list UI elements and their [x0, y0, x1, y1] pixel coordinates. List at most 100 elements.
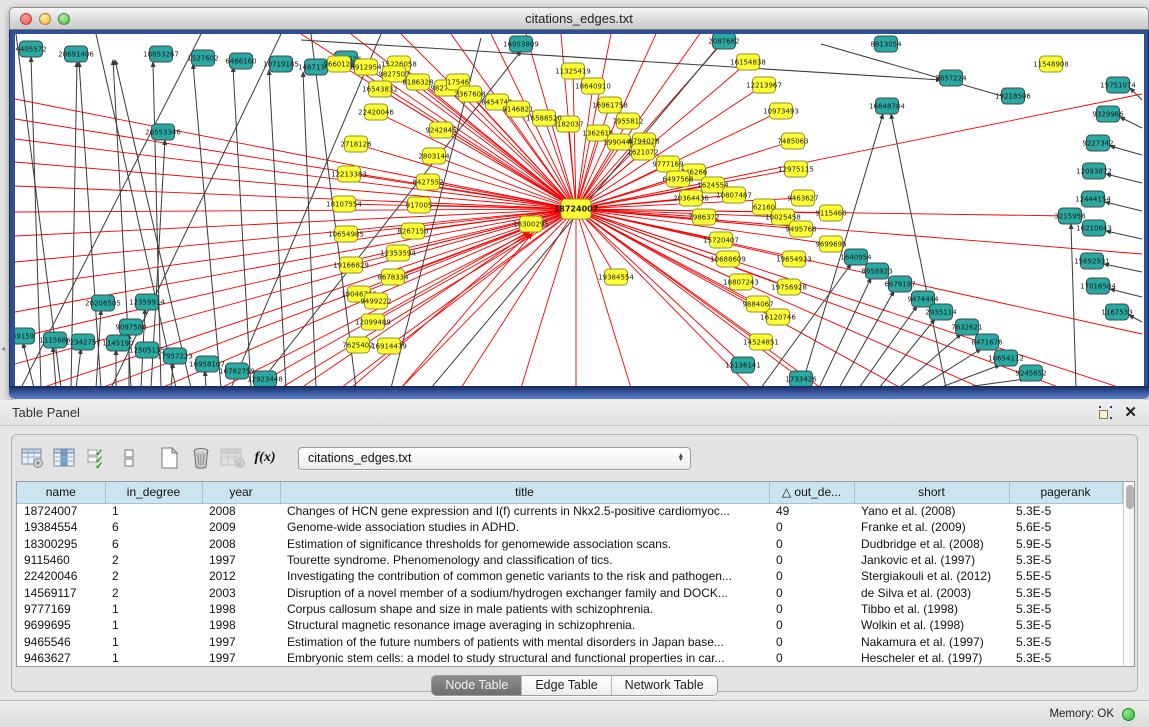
column-header[interactable]: short [854, 482, 1009, 503]
graph-node[interactable]: 12444154 [1075, 191, 1111, 207]
table-row[interactable]: 1938455462009Genome-wide association stu… [17, 519, 1122, 535]
memory-status-icon[interactable] [1122, 708, 1135, 721]
table-scrollbar[interactable] [1123, 482, 1135, 666]
graph-node[interactable]: 9245652 [1015, 365, 1046, 381]
tab-edge-table[interactable]: Edge Table [521, 676, 610, 695]
graph-node[interactable]: 7986372 [688, 209, 719, 225]
graph-node[interactable]: 20553346 [145, 124, 181, 140]
graph-node[interactable]: 2935114 [925, 304, 957, 320]
panel-resize-notch[interactable]: ◂ [1, 344, 5, 353]
column-header[interactable]: △ out_de... [769, 482, 854, 503]
graph-node[interactable]: 10719185 [263, 56, 299, 72]
graph-node[interactable]: 9329966 [1092, 106, 1124, 122]
graph-node[interactable]: 1640954 [840, 249, 872, 265]
graph-node[interactable]: 1167533 [1101, 304, 1132, 320]
function-builder-icon[interactable]: f(x) [250, 443, 280, 473]
graph-node[interactable]: 19384554 [598, 269, 634, 285]
column-header[interactable]: pagerank [1009, 482, 1122, 503]
graph-node[interactable]: 15136141 [725, 357, 761, 373]
graph-node[interactable]: 4405572 [15, 41, 46, 57]
graph-node[interactable]: 17016504 [1080, 278, 1116, 294]
graph-node[interactable]: 9463627 [787, 190, 818, 206]
table-row[interactable]: 946554611997Estimation of the future num… [17, 633, 1122, 649]
column-header[interactable]: name [17, 482, 105, 503]
table-row[interactable]: 969969511998Structural magnetic resonanc… [17, 617, 1122, 633]
graph-node[interactable]: 16914479 [371, 338, 407, 354]
graph-node[interactable]: 12975115 [778, 161, 814, 177]
table-selector-dropdown[interactable]: citations_edges.txt ▲▼ [298, 447, 691, 470]
graph-node[interactable]: 16210643 [1076, 220, 1112, 236]
graph-node[interactable]: 8471676 [971, 334, 1003, 350]
graph-node[interactable]: 1621072 [627, 144, 658, 160]
graph-node[interactable]: 7857224 [935, 70, 967, 86]
graph-node[interactable]: 12093872 [1076, 163, 1112, 179]
tab-node-table[interactable]: Node Table [432, 676, 521, 695]
table-row[interactable]: 1872400712008Changes of HCN gene express… [17, 503, 1122, 519]
graph-node[interactable]: 18640910 [575, 78, 611, 94]
row-height-icon[interactable] [114, 443, 144, 473]
create-column-icon[interactable] [154, 443, 184, 473]
table-row[interactable]: 911546021997Tourette syndrome. Phenomeno… [17, 552, 1122, 568]
graph-node[interactable]: 12213383 [331, 166, 367, 182]
graph-node[interactable]: 3215958 [1054, 208, 1085, 224]
graph-node[interactable]: 11548908 [1033, 56, 1069, 72]
graph-node[interactable]: 16053809 [503, 36, 539, 52]
graph-node[interactable]: 7485063 [777, 133, 808, 149]
graph-node[interactable]: 2803144 [418, 148, 450, 164]
graph-node[interactable]: 15692931 [1074, 253, 1110, 269]
graph-node[interactable]: 39159 [15, 328, 35, 344]
graph-node[interactable]: 8267150 [397, 223, 428, 239]
window-titlebar[interactable]: citations_edges.txt [9, 7, 1149, 30]
graph-node[interactable]: 7955812 [612, 113, 643, 129]
graph-node[interactable]: 15751074 [1100, 77, 1136, 93]
scrollbar-thumb[interactable] [1126, 485, 1134, 509]
graph-node[interactable]: 6497568 [662, 171, 693, 187]
graph-node[interactable]: 8912954 [350, 59, 382, 75]
graph-node[interactable]: 1733426 [785, 371, 817, 386]
tab-network-table[interactable]: Network Table [611, 676, 717, 695]
graph-node[interactable]: 11325419 [555, 63, 591, 79]
graph-node[interactable]: 9115460 [815, 205, 846, 221]
graph-node[interactable]: 2718126 [340, 136, 372, 152]
graph-node[interactable]: 16648784 [869, 98, 905, 114]
table-row[interactable]: 2242004622012Investigating the contribut… [17, 568, 1122, 584]
table-mode-icon[interactable] [18, 443, 48, 473]
graph-node[interactable]: 9499222 [360, 293, 391, 309]
graph-node[interactable]: 9495768 [785, 221, 816, 237]
graph-node[interactable]: 15720407 [703, 232, 739, 248]
graph-node[interactable]: 8186328 [402, 74, 433, 90]
column-header[interactable]: year [202, 482, 280, 503]
graph-node[interactable]: 1527602 [187, 50, 218, 66]
table-row[interactable]: 1456911722003Disruption of a novel membe… [17, 584, 1122, 600]
show-columns-icon[interactable] [50, 443, 80, 473]
graph-node[interactable]: 9699695 [815, 236, 846, 252]
graph-node[interactable]: 6679197 [884, 276, 915, 292]
graph-node[interactable]: 9777169 [652, 156, 683, 172]
graph-node[interactable]: 10654112 [988, 350, 1024, 366]
table-row[interactable]: 1830029562008Estimation of significance … [17, 536, 1122, 552]
graph-node[interactable]: 19218506 [995, 88, 1031, 104]
table-row[interactable]: 946362711997Embryonic stem cells: a mode… [17, 650, 1122, 666]
select-columns-icon[interactable]: ✓✓✓ [82, 443, 112, 473]
graph-node[interactable]: 9242845 [425, 122, 456, 138]
graph-node[interactable]: 12213967 [746, 77, 782, 93]
graph-node[interactable]: 12359914 [129, 294, 165, 310]
table-row[interactable]: 977716911998Corpus callosum shape and si… [17, 601, 1122, 617]
graph-node[interactable]: 20691406 [58, 46, 94, 62]
close-panel-icon[interactable]: ✕ [1124, 406, 1137, 419]
graph-node[interactable]: 8678334 [377, 269, 409, 285]
column-header[interactable]: title [280, 482, 769, 503]
graph-node[interactable]: 7632621 [951, 319, 982, 335]
column-header[interactable]: in_degree [105, 482, 202, 503]
graph-node[interactable]: 10688609 [710, 251, 746, 267]
graph-node[interactable]: 22420046 [358, 104, 394, 120]
graph-node[interactable]: 14524851 [743, 334, 779, 350]
graph-node[interactable]: 8813054 [870, 36, 902, 52]
graph-node[interactable]: 8958923 [861, 263, 892, 279]
graph-node[interactable]: 7625402 [342, 337, 373, 353]
graph-node[interactable]: 20206505 [85, 295, 121, 311]
graph-node[interactable]: 8427552 [412, 174, 443, 190]
network-canvas[interactable]: 4405572206914061085326715276026466160107… [15, 34, 1144, 386]
graph-node[interactable]: 917005 [406, 197, 433, 213]
graph-node[interactable]: 12099489 [355, 314, 391, 330]
